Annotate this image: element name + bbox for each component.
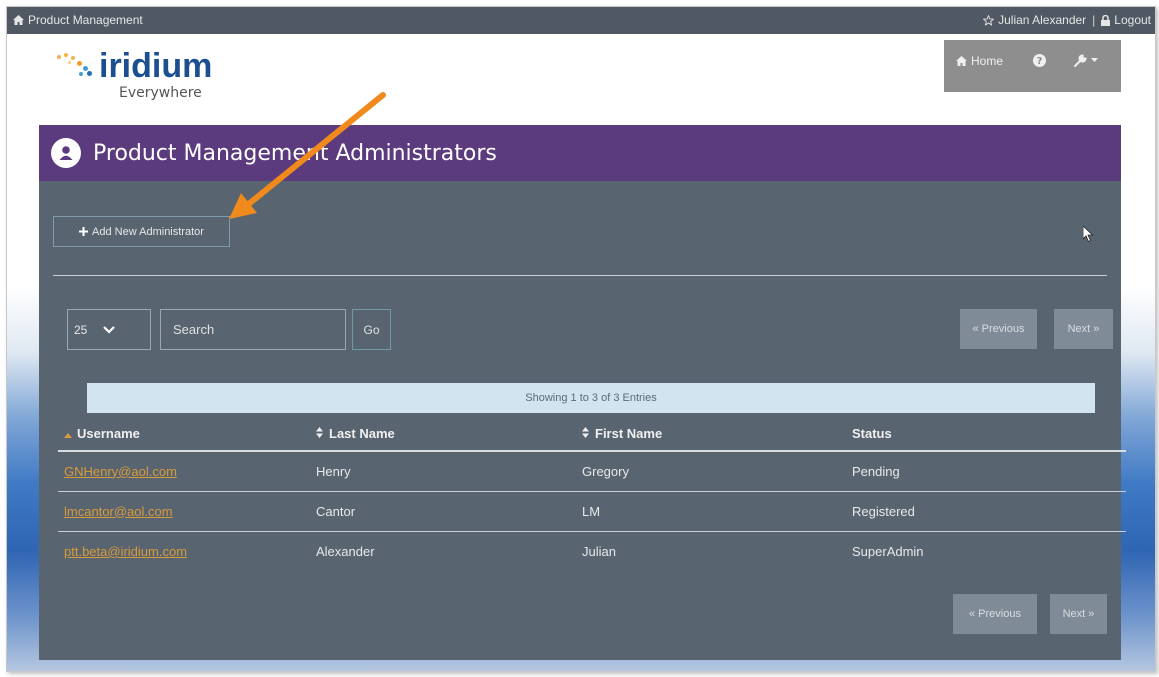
add-new-administrator-button[interactable]: Add New Administrator [53,216,230,247]
column-header-last-name[interactable]: Last Name [310,417,576,452]
username-link[interactable]: lmcantor@aol.com [64,504,173,519]
go-label: Go [363,322,380,337]
user-name-link[interactable]: Julian Alexander [998,13,1086,27]
logo-dots [57,53,93,79]
last-name-cell: Henry [310,451,576,492]
page-size-value: 25 [74,322,88,337]
next-button-top[interactable]: Next » [1054,309,1113,349]
home-button[interactable]: Home [956,54,1003,68]
svg-text:?: ? [1037,56,1043,67]
topbar-separator: | [1092,13,1096,27]
column-header-status: Status [846,417,1126,452]
sort-asc-icon [64,426,74,441]
settings-menu-button[interactable] [1074,54,1099,67]
last-name-cell: Alexander [316,543,375,559]
table-header-row: Username Last Name First Name Status [58,417,1126,452]
next-label: Next » [1062,608,1095,620]
sort-icon [582,426,592,441]
table-row: GNHenry@aol.com Henry Gregory Pending [58,451,1126,492]
panel-title: Product Management Administrators [93,140,497,166]
home-icon [13,15,24,25]
previous-label: « Previous [969,608,1021,620]
first-name-cell: LM [576,491,846,532]
status-cell: SuperAdmin [852,543,924,559]
previous-button-bottom[interactable]: « Previous [953,594,1037,634]
logo-brand: iridium [99,47,213,85]
page-size-select[interactable]: 25 [67,309,151,350]
administrators-table: Username Last Name First Name Status GNH… [58,417,1126,571]
status-cell: Pending [846,451,1126,492]
table-row: ptt.beta@iridium.com Alexander Julian Su… [58,531,1126,571]
sort-icon [316,426,326,441]
lock-icon [1101,14,1111,26]
username-link[interactable]: ptt.beta@iridium.com [64,544,187,559]
table-row: lmcantor@aol.com Cantor LM Registered [58,491,1126,532]
previous-label: « Previous [972,323,1025,335]
user-avatar-icon [51,138,81,168]
logo-tagline: Everywhere [119,85,202,101]
wrench-icon [1074,54,1087,67]
home-label: Home [971,54,1004,68]
help-button[interactable]: ? [1033,54,1047,67]
top-nav: Home ? [944,40,1121,92]
star-icon [983,14,995,26]
entries-info-bar: Showing 1 to 3 of 3 Entries [87,383,1095,413]
caret-down-icon [1091,58,1099,63]
first-name-cell: Julian [582,543,616,559]
next-label: Next » [1067,323,1100,335]
section-divider [53,275,1107,276]
administrators-panel: Product Management Administrators Add Ne… [39,125,1126,660]
column-header-username[interactable]: Username [58,417,310,452]
logout-link[interactable]: Logout [1114,13,1151,27]
first-name-cell: Gregory [576,451,846,492]
column-header-first-name[interactable]: First Name [576,417,846,452]
mouse-cursor-icon [1082,225,1094,247]
previous-button-top[interactable]: « Previous [960,309,1037,349]
home-icon [956,56,967,66]
username-cell: ptt.beta@iridium.com [58,531,310,571]
username-cell: GNHenry@aol.com [58,451,310,492]
username-cell: lmcantor@aol.com [58,491,310,532]
browser-frame: Product Management Julian Alexander | Lo… [6,6,1156,672]
add-button-label: Add New Administrator [92,225,204,238]
last-name-cell: Cantor [310,491,576,532]
panel-header: Product Management Administrators [39,125,1121,181]
next-button-bottom[interactable]: Next » [1050,594,1107,634]
username-link[interactable]: GNHenry@aol.com [64,464,177,479]
go-button[interactable]: Go [352,309,391,350]
top-bar: Product Management Julian Alexander | Lo… [7,7,1155,34]
showing-text: Showing 1 to 3 of 3 Entries [525,392,657,404]
search-placeholder: Search [173,322,215,337]
app-title-link[interactable]: Product Management [13,13,143,27]
status-cell: Registered [846,491,1126,532]
search-input[interactable]: Search [160,309,346,350]
app-title: Product Management [28,13,143,27]
help-icon: ? [1033,54,1047,67]
chevron-down-icon [103,325,116,334]
plus-icon [79,227,89,236]
